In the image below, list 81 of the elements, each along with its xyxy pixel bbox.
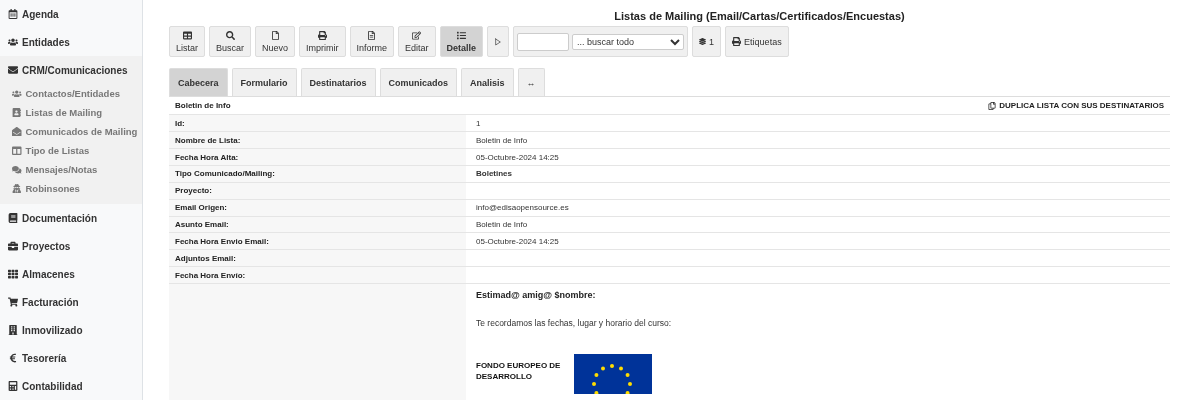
sidebar-item[interactable]: Almacenes — [0, 260, 142, 288]
tab[interactable]: ↔ — [517, 68, 545, 97]
play-button[interactable] — [487, 26, 510, 58]
columns-icon — [12, 145, 22, 156]
printer-icon — [732, 37, 742, 47]
field-label: Nombre de Lista: — [169, 132, 466, 149]
sidebar-subitem[interactable]: Comunicados de Mailing — [0, 122, 142, 141]
fund-text: FONDO EUROPEO DE DESARROLLO — [476, 360, 562, 383]
field-label: Id: — [169, 115, 466, 132]
toolbar-button[interactable]: Detalle — [439, 26, 484, 58]
file-icon — [270, 30, 280, 40]
play-icon — [494, 37, 503, 46]
toolbar-button[interactable]: Buscar — [209, 26, 252, 58]
spy-icon — [12, 183, 22, 194]
sidebar-item[interactable]: Documentación — [0, 204, 142, 232]
duplicate-link[interactable]: DUPLICA LISTA CON SUS DESTINATARIOS — [988, 101, 1164, 111]
cart-icon — [8, 297, 18, 307]
field-value: Boletin de Info — [475, 219, 529, 231]
sidebar-subitem[interactable]: Mensajes/Notas — [0, 160, 142, 179]
search-icon — [225, 30, 235, 40]
record-title: Boletin de Info — [175, 101, 231, 111]
address-book-icon — [12, 107, 22, 118]
euro-icon — [8, 353, 18, 363]
toolbar-button[interactable]: Nuevo — [255, 26, 296, 58]
sidebar-subitem[interactable]: Contactos/Entidades — [0, 84, 142, 103]
tab[interactable]: Analisis — [461, 68, 514, 97]
field-label: Fecha Hora Envío: — [169, 267, 466, 283]
sidebar-item[interactable]: Inmovilizado — [0, 316, 142, 344]
field-value: 1 — [475, 117, 482, 130]
toolbar-button[interactable]: Imprimir — [299, 26, 346, 58]
sidebar-item[interactable]: Tesorería — [0, 344, 142, 372]
calendar-icon — [8, 9, 18, 19]
copy-icon — [988, 101, 997, 110]
field-value: Boletin de Info — [475, 134, 529, 147]
envelope-icon — [8, 65, 18, 75]
field-value: info@edisaopensource.es — [475, 202, 570, 215]
calculator-icon — [8, 381, 18, 391]
greeting-text: Estimad@ amig@ $nombre: — [476, 290, 597, 300]
labels-button[interactable]: Etiquetas — [725, 26, 789, 58]
briefcase-icon — [8, 241, 18, 251]
sidebar-item[interactable]: Proyectos — [0, 232, 142, 260]
sidebar-item[interactable]: Facturación — [0, 288, 142, 316]
list-icon — [456, 30, 466, 40]
toolbar-button[interactable]: Listar — [169, 26, 205, 58]
toolbar-button[interactable]: Editar — [398, 26, 436, 58]
field-label: Fecha Hora Alta: — [169, 149, 466, 165]
field-label: Adjuntos Email: — [169, 250, 466, 267]
count-button[interactable]: 1 — [692, 26, 722, 58]
tab[interactable]: Formulario — [231, 68, 297, 97]
sidebar-subitem[interactable]: Robinsones — [0, 179, 142, 198]
search-field[interactable] — [517, 32, 570, 51]
chat-icon — [12, 164, 22, 175]
field-value: Boletines — [475, 168, 513, 181]
open-envelope-icon — [12, 126, 22, 137]
field-label: Fecha Hora Envio Email: — [169, 233, 466, 250]
sidebar-subitem[interactable]: Tipo de Listas — [0, 141, 142, 160]
users-icon — [12, 88, 22, 99]
edit-icon — [412, 30, 422, 40]
sidebar-item[interactable]: Entidades — [0, 28, 142, 56]
book-icon — [8, 213, 18, 223]
field-value: 05-Octubre-2024 14:25 — [475, 151, 560, 164]
field-value: 05-Octubre-2024 14:25 — [475, 235, 560, 248]
sidebar-item[interactable]: Agenda — [0, 0, 142, 28]
table-icon — [182, 30, 192, 40]
layers-icon — [699, 38, 707, 46]
building-icon — [8, 325, 18, 335]
users-icon — [8, 37, 18, 47]
printer-icon — [317, 30, 327, 40]
sidebar-item[interactable]: CRM/Comunicaciones — [0, 56, 142, 84]
toolbar-button[interactable]: Informe — [349, 26, 395, 58]
sidebar-item[interactable]: Contabilidad — [0, 372, 142, 400]
sidebar-subitem[interactable]: Listas de Mailing — [0, 103, 142, 122]
tab[interactable]: Cabecera — [169, 68, 228, 97]
tab[interactable]: Comunicados — [379, 68, 458, 97]
flag-icon — [574, 354, 652, 394]
page-title: Listas de Mailing (Email/Cartas/Certificados/Encuestas) — [613, 9, 906, 24]
document-icon — [367, 30, 377, 40]
body-paragraph: Te recordamos las fechas, lugar y horario del curso: — [476, 318, 673, 328]
search-select[interactable]: ... buscar todo — [572, 33, 685, 50]
grid-icon — [8, 269, 18, 279]
tab[interactable]: Destinatarios — [300, 68, 376, 97]
